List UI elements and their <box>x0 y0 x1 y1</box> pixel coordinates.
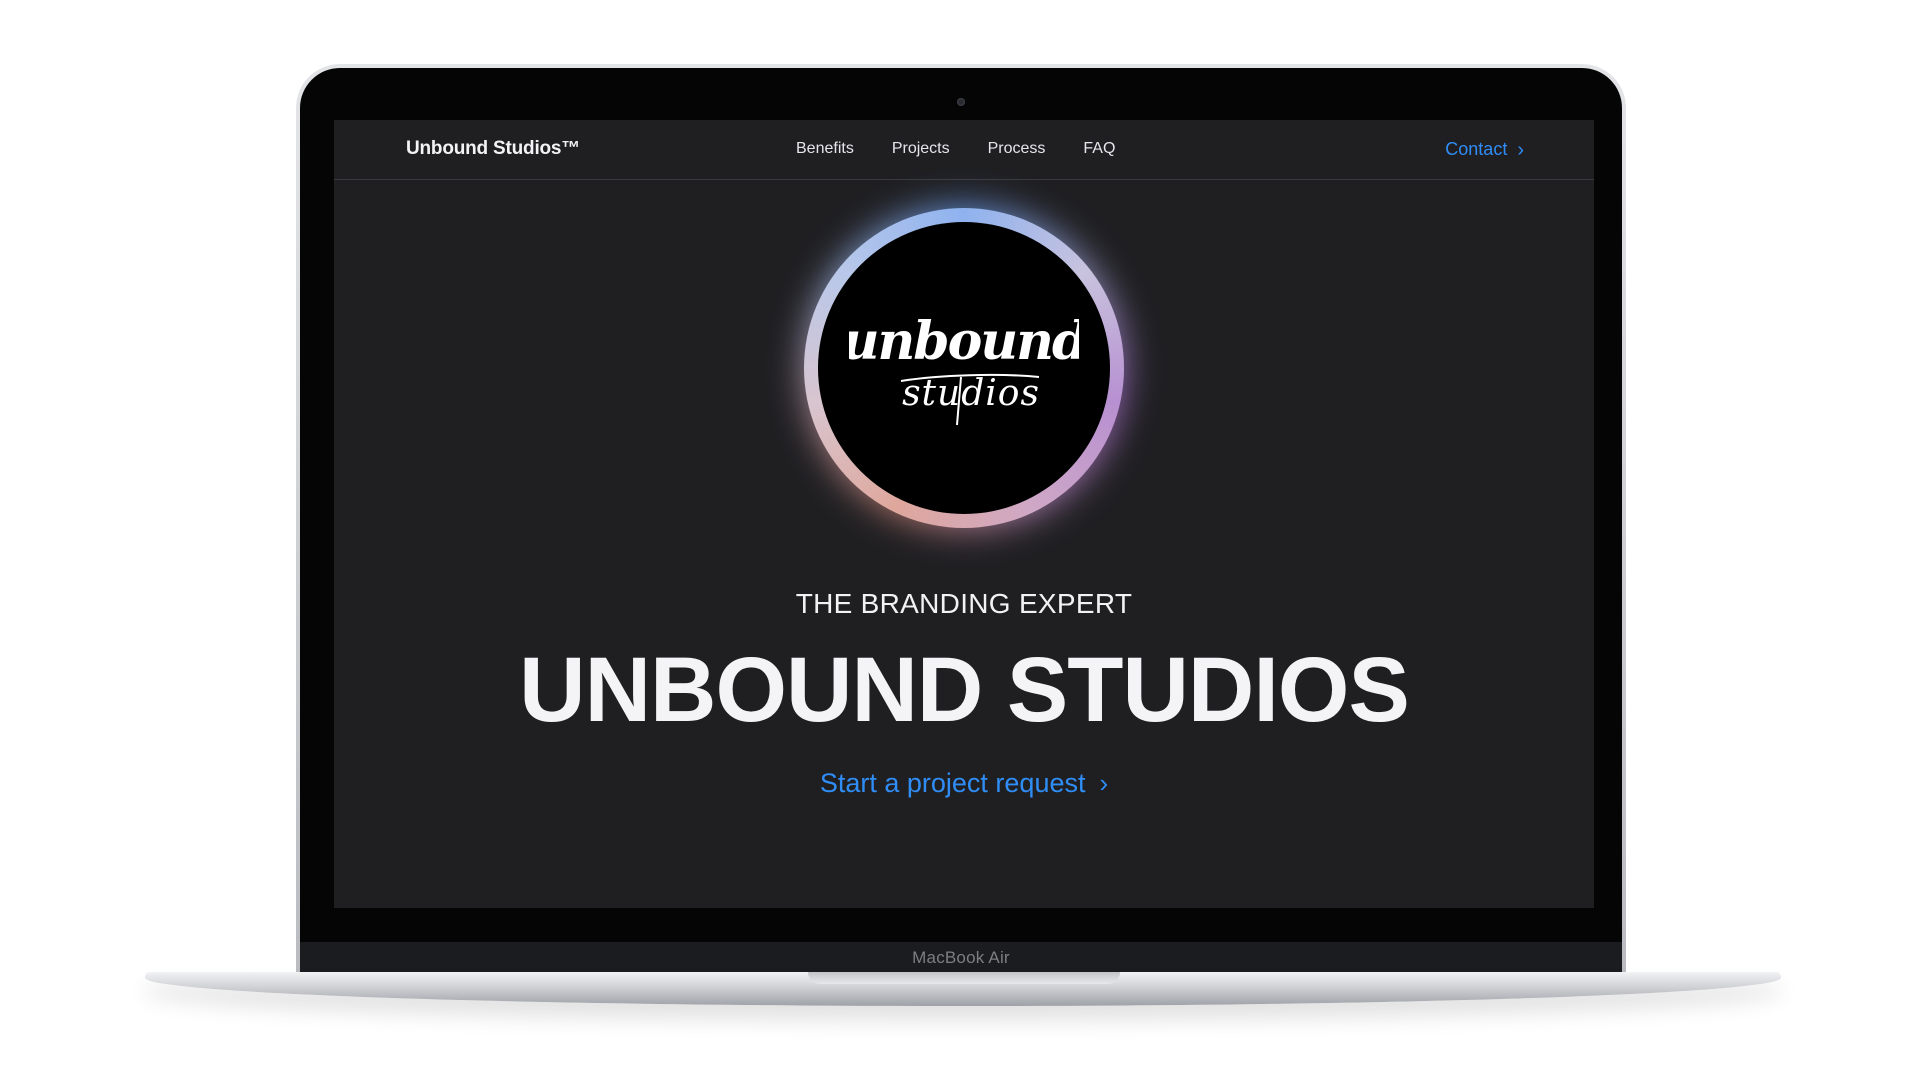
logo-badge: unbound studios <box>818 222 1110 514</box>
product-mockup: MacBook Air Unbound Studios™ Benefits Pr… <box>0 0 1920 1080</box>
chevron-right-icon: › <box>1099 768 1109 798</box>
cta-label: Start a project request <box>819 768 1086 798</box>
nav-link-process[interactable]: Process <box>988 140 1046 158</box>
nav-link-benefits[interactable]: Benefits <box>796 140 854 158</box>
chevron-right-icon: › <box>1517 138 1524 161</box>
contact-label: Contact <box>1445 139 1508 159</box>
website-screen: Unbound Studios™ Benefits Projects Proce… <box>334 120 1594 908</box>
svg-text:unbound: unbound <box>849 311 1079 372</box>
contact-link[interactable]: Contact › <box>1445 139 1524 160</box>
camera-icon <box>957 98 965 106</box>
nav-link-projects[interactable]: Projects <box>892 140 950 158</box>
nav-link-faq[interactable]: FAQ <box>1083 140 1115 158</box>
hero-headline: UNBOUND STUDIOS <box>519 639 1410 741</box>
start-project-link[interactable]: Start a project request › <box>334 768 1594 799</box>
model-label: MacBook Air <box>912 948 1010 967</box>
hero-eyebrow: THE BRANDING EXPERT <box>795 588 1133 619</box>
logo-ring: unbound studios <box>804 208 1124 528</box>
nav-links: Benefits Projects Process FAQ <box>796 140 1115 158</box>
top-navigation: Unbound Studios™ Benefits Projects Proce… <box>334 120 1594 180</box>
brand-logo-text[interactable]: Unbound Studios™ <box>406 138 580 160</box>
unbound-studios-logo: unbound studios <box>849 311 1079 426</box>
lid-notch <box>808 972 1120 984</box>
